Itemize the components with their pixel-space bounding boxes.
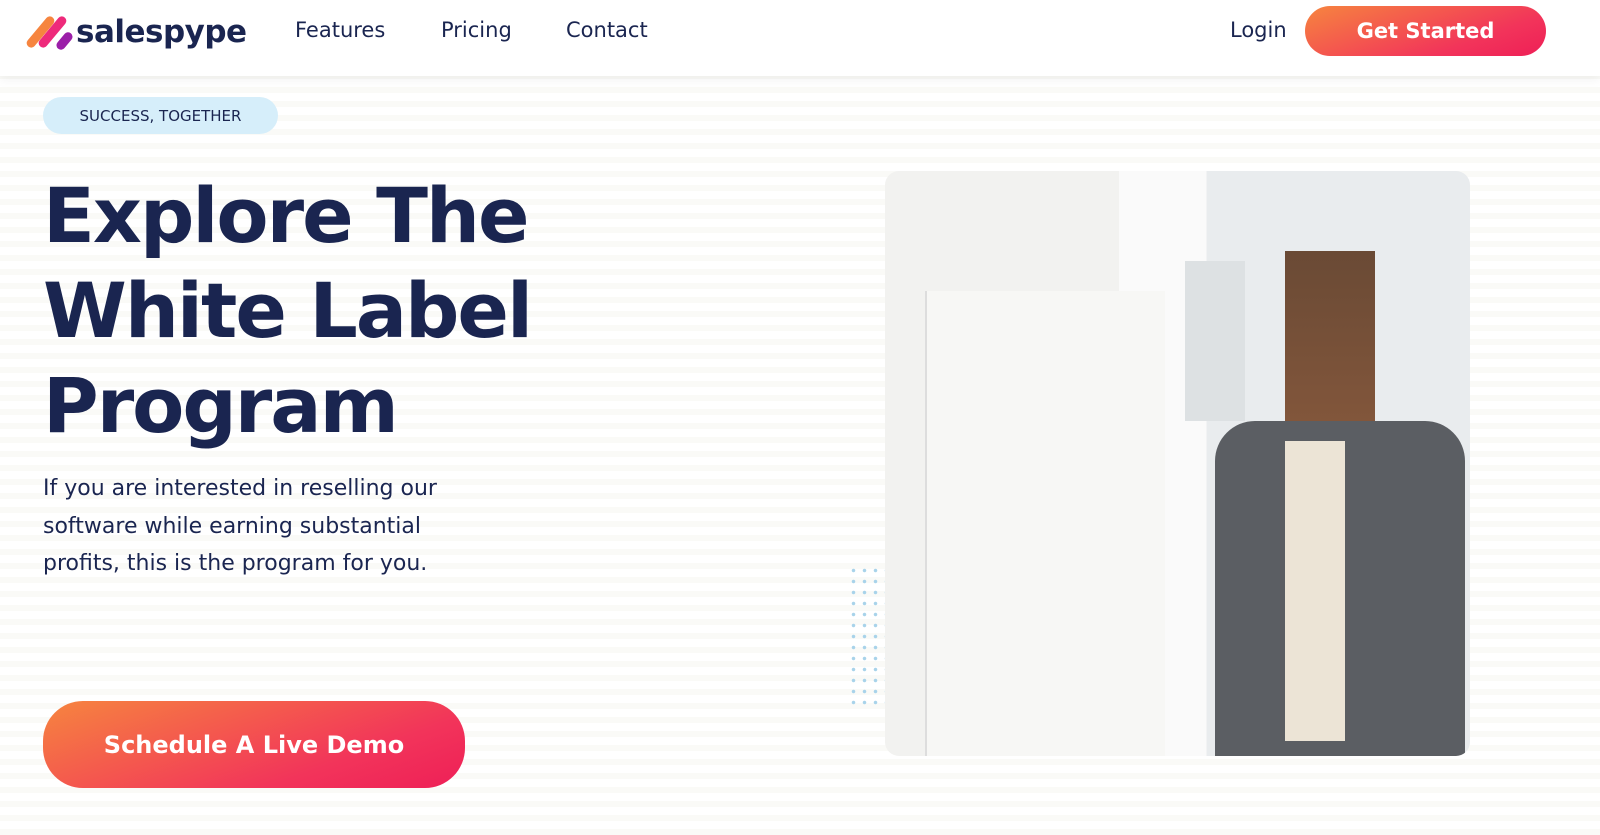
nav-contact[interactable]: Contact bbox=[566, 18, 648, 42]
top-nav: salespype Features Pricing Contact Login… bbox=[0, 0, 1600, 76]
logo[interactable]: salespype bbox=[24, 14, 247, 52]
nav-pricing[interactable]: Pricing bbox=[441, 18, 512, 42]
hero-badge: SUCCESS, TOGETHER bbox=[43, 97, 278, 134]
hero-image bbox=[885, 171, 1470, 756]
nav-features[interactable]: Features bbox=[295, 18, 385, 42]
hero-title: Explore The White Label Program bbox=[43, 171, 533, 450]
hero-description: If you are interested in reselling our s… bbox=[43, 476, 437, 576]
decorative-dots bbox=[848, 565, 888, 710]
schedule-demo-button[interactable]: Schedule A Live Demo bbox=[43, 701, 465, 788]
login-link[interactable]: Login bbox=[1230, 18, 1287, 42]
logo-wordmark: salespype bbox=[76, 14, 247, 50]
logo-mark-icon bbox=[24, 14, 75, 52]
get-started-button[interactable]: Get Started bbox=[1305, 6, 1546, 56]
